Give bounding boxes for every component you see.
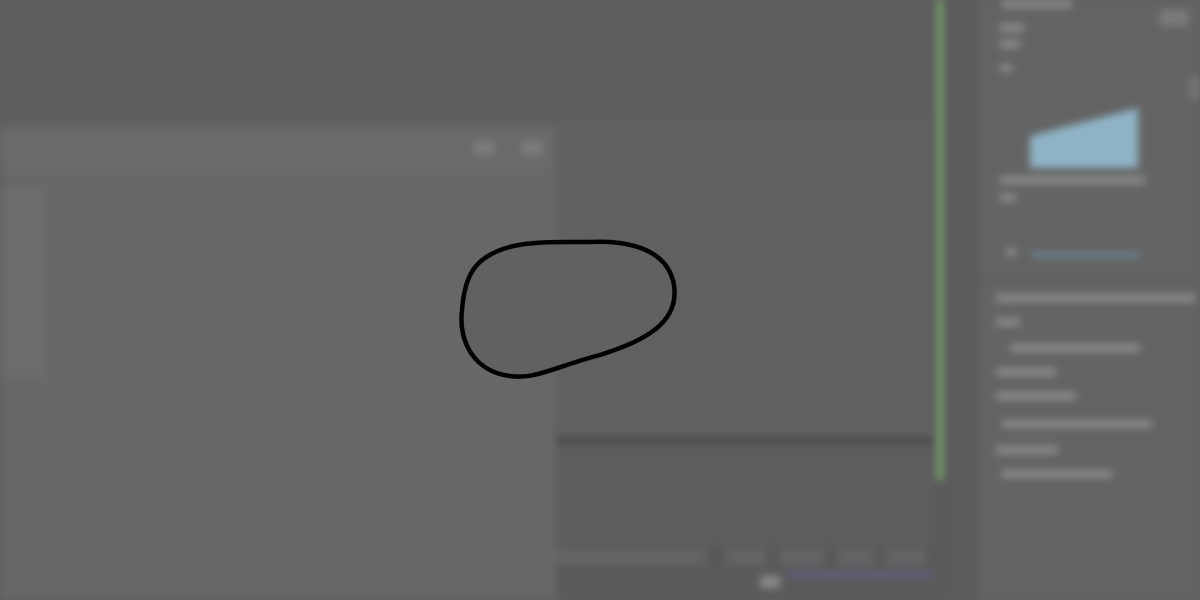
property-row — [1000, 64, 1012, 72]
curve-graph[interactable] — [1030, 104, 1142, 168]
property-row — [996, 392, 1076, 400]
property-row — [1002, 470, 1112, 478]
value-slider[interactable] — [1032, 253, 1140, 257]
toolbar-button[interactable] — [886, 550, 926, 564]
bottom-toolbar — [556, 548, 940, 566]
property-row — [1010, 344, 1140, 352]
property-row — [1002, 0, 1072, 8]
property-row — [996, 318, 1020, 326]
status-chip[interactable] — [760, 576, 780, 588]
panel-gutter — [946, 0, 980, 600]
property-row — [996, 294, 1196, 302]
property-row — [1006, 248, 1016, 256]
dialog-minimize-button[interactable] — [474, 141, 494, 155]
dialog-list-column — [0, 187, 46, 377]
property-row — [1000, 194, 1016, 202]
toolbar-field[interactable] — [556, 550, 706, 564]
property-row — [996, 446, 1058, 454]
timeline-panel — [556, 443, 940, 548]
property-row — [996, 368, 1056, 376]
toolbar-button[interactable] — [726, 550, 766, 564]
dialog-header — [0, 127, 556, 169]
toolbar-button[interactable] — [780, 550, 824, 564]
property-row — [1002, 420, 1152, 428]
dialog-close-button[interactable] — [522, 141, 542, 155]
properties-panel — [980, 0, 1200, 600]
panel-menu-button[interactable] — [1160, 10, 1188, 26]
workspace-top-area — [0, 0, 940, 120]
property-row — [1000, 176, 1145, 184]
app-window — [0, 0, 1200, 600]
panel-scrollbar[interactable] — [1190, 76, 1200, 100]
panel-section-title — [1000, 80, 1090, 96]
document-tab[interactable] — [0, 82, 90, 98]
property-row — [1000, 24, 1024, 32]
toolbar-button[interactable] — [838, 550, 874, 564]
property-row — [1000, 40, 1020, 48]
panel-separator — [980, 280, 1200, 282]
lasso-shape — [459, 239, 677, 379]
curve-fill — [1030, 108, 1138, 168]
lasso-selection-outline — [459, 239, 677, 379]
scrollbar-thumb[interactable] — [937, 0, 943, 480]
